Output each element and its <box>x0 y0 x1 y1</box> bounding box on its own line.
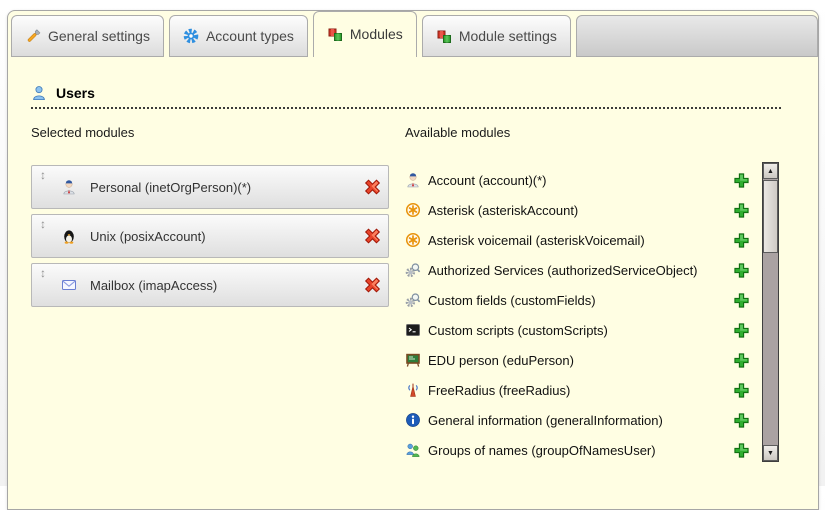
add-module-button[interactable] <box>733 262 750 279</box>
add-module-button[interactable] <box>733 202 750 219</box>
available-module-label: Asterisk (asteriskAccount) <box>428 203 726 218</box>
available-module-label: General information (generalInformation) <box>428 413 726 428</box>
selected-modules-list: ↕ Personal (inetOrgPerson)(*) ↕ Unix (po… <box>31 165 389 307</box>
tab-bar-filler <box>576 15 818 57</box>
tab-label: General settings <box>48 28 150 44</box>
available-modules-scrollbar[interactable]: ▲ ▼ <box>762 162 779 462</box>
available-module-row-general-information: General information (generalInformation) <box>405 405 750 435</box>
add-plus-icon <box>733 177 750 192</box>
delete-x-icon <box>363 178 379 194</box>
tab-bar: General settings Account types Modules M… <box>8 11 818 57</box>
add-plus-icon <box>733 357 750 372</box>
tab-module-settings[interactable]: Module settings <box>422 15 571 57</box>
available-module-label: Groups of names (groupOfNamesUser) <box>428 443 726 458</box>
tab-modules[interactable]: Modules <box>313 11 417 57</box>
drag-handle-icon[interactable]: ↕ <box>40 217 52 231</box>
scroll-down-button[interactable]: ▼ <box>763 445 778 461</box>
drag-handle-icon[interactable]: ↕ <box>40 266 52 280</box>
selected-module-label: Personal (inetOrgPerson)(*) <box>90 180 251 195</box>
available-module-row-asterisk-voicemail: Asterisk voicemail (asteriskVoicemail) <box>405 225 750 255</box>
tab-label: Module settings <box>459 28 557 44</box>
available-module-row-authorized-services: Authorized Services (authorizedServiceOb… <box>405 255 750 285</box>
asterisk-icon <box>405 202 421 218</box>
remove-module-button[interactable] <box>354 178 373 196</box>
gear-icon <box>183 28 199 44</box>
group-icon <box>405 442 421 458</box>
available-module-row-custom-fields: Custom fields (customFields) <box>405 285 750 315</box>
add-module-button[interactable] <box>733 352 750 369</box>
wrench-icon <box>25 28 41 44</box>
modules-blocks-icon <box>327 26 343 42</box>
add-module-button[interactable] <box>733 292 750 309</box>
tab-label: Modules <box>350 26 403 42</box>
gears-magnifier-icon <box>405 262 421 278</box>
gears-magnifier-icon <box>405 292 421 308</box>
add-plus-icon <box>733 417 750 432</box>
antenna-icon <box>405 382 421 398</box>
available-module-label: Custom fields (customFields) <box>428 293 726 308</box>
selected-module-label: Unix (posixAccount) <box>90 229 206 244</box>
account-type-section-header: Users <box>31 85 781 109</box>
available-module-label: Account (account)(*) <box>428 173 726 188</box>
terminal-icon <box>405 322 421 338</box>
selected-module-row-personal[interactable]: ↕ Personal (inetOrgPerson)(*) <box>31 165 389 209</box>
delete-x-icon <box>363 276 379 292</box>
available-module-row-asterisk: Asterisk (asteriskAccount) <box>405 195 750 225</box>
add-plus-icon <box>733 207 750 222</box>
selected-module-row-mailbox[interactable]: ↕ Mailbox (imapAccess) <box>31 263 389 307</box>
available-module-label: Custom scripts (customScripts) <box>428 323 726 338</box>
available-module-label: Authorized Services (authorizedServiceOb… <box>428 263 726 278</box>
available-module-row-account: Account (account)(*) <box>405 165 750 195</box>
add-plus-icon <box>733 297 750 312</box>
chalkboard-icon <box>405 352 421 368</box>
asterisk-icon <box>405 232 421 248</box>
blue-user-icon <box>31 85 47 101</box>
available-modules-label: Available modules <box>405 125 750 140</box>
add-module-button[interactable] <box>733 442 750 459</box>
add-module-button[interactable] <box>733 322 750 339</box>
available-module-row-custom-scripts: Custom scripts (customScripts) <box>405 315 750 345</box>
add-plus-icon <box>733 387 750 402</box>
add-plus-icon <box>733 327 750 342</box>
available-module-row-groups-of-names: Groups of names (groupOfNamesUser) <box>405 435 750 465</box>
modules-content: Users Selected modules ↕ Personal (inetO… <box>8 57 818 465</box>
info-icon <box>405 412 421 428</box>
add-module-button[interactable] <box>733 232 750 249</box>
person-icon <box>61 179 77 195</box>
remove-module-button[interactable] <box>354 276 373 294</box>
modules-blocks-icon <box>436 28 452 44</box>
scrollbar-thumb[interactable] <box>763 180 778 253</box>
add-module-button[interactable] <box>733 172 750 189</box>
selected-module-label: Mailbox (imapAccess) <box>90 278 217 293</box>
section-title: Users <box>56 85 95 101</box>
selected-module-row-unix[interactable]: ↕ Unix (posixAccount) <box>31 214 389 258</box>
scroll-up-button[interactable]: ▲ <box>763 163 778 179</box>
available-module-row-freeradius: FreeRadius (freeRadius) <box>405 375 750 405</box>
envelope-icon <box>61 277 77 293</box>
drag-handle-icon[interactable]: ↕ <box>40 168 52 182</box>
add-plus-icon <box>733 447 750 462</box>
add-module-button[interactable] <box>733 382 750 399</box>
tab-account-types[interactable]: Account types <box>169 15 308 57</box>
penguin-icon <box>61 228 77 244</box>
person-icon <box>405 172 421 188</box>
add-plus-icon <box>733 267 750 282</box>
tab-label: Account types <box>206 28 294 44</box>
available-module-label: EDU person (eduPerson) <box>428 353 726 368</box>
tab-general-settings[interactable]: General settings <box>11 15 164 57</box>
add-module-button[interactable] <box>733 412 750 429</box>
delete-x-icon <box>363 227 379 243</box>
available-module-row-edu-person: EDU person (eduPerson) <box>405 345 750 375</box>
config-panel: General settings Account types Modules M… <box>7 10 819 510</box>
selected-modules-label: Selected modules <box>31 125 389 140</box>
remove-module-button[interactable] <box>354 227 373 245</box>
available-modules-list: Account (account)(*) Asterisk (asteriskA… <box>405 165 750 465</box>
add-plus-icon <box>733 237 750 252</box>
available-module-label: Asterisk voicemail (asteriskVoicemail) <box>428 233 726 248</box>
available-module-label: FreeRadius (freeRadius) <box>428 383 726 398</box>
